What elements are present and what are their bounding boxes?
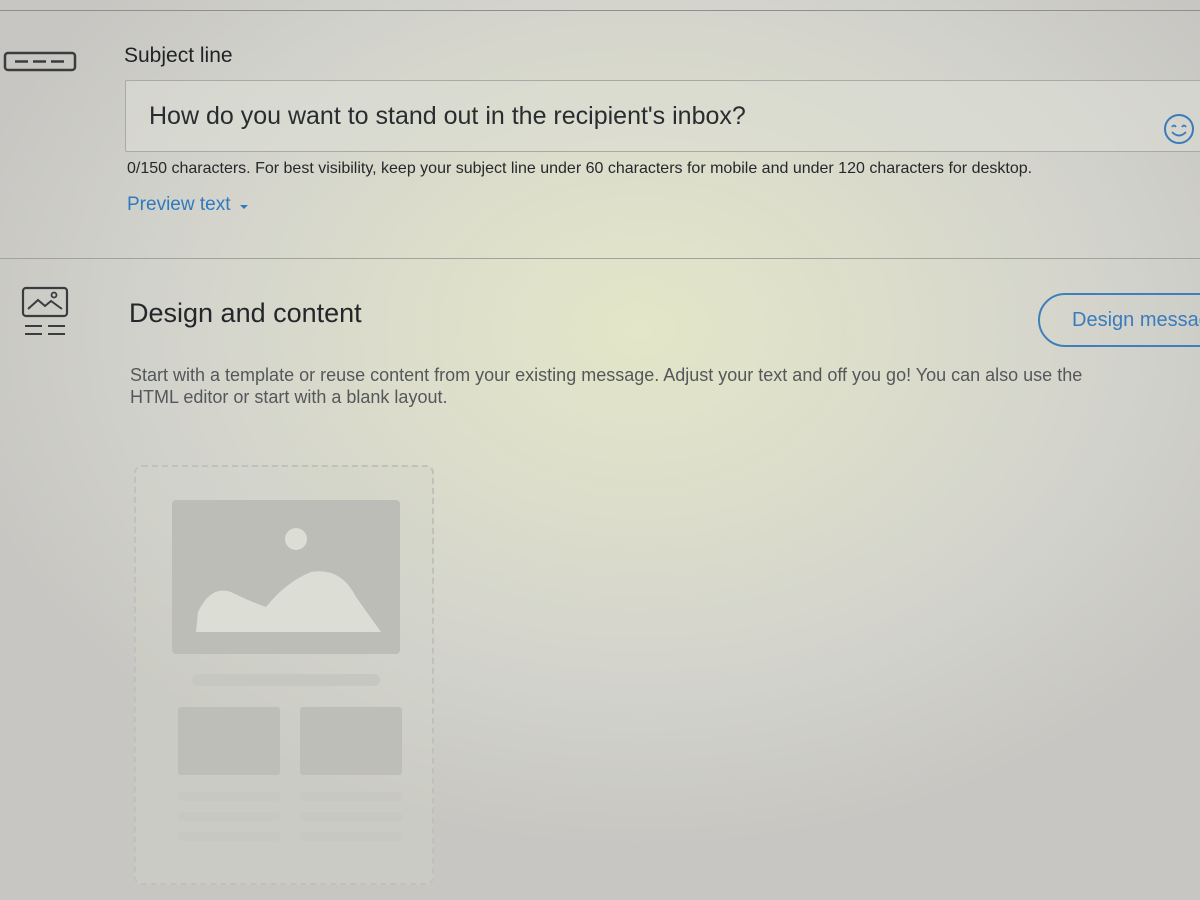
caret-down-icon: [239, 194, 249, 216]
template-placeholder-card[interactable]: [134, 465, 434, 885]
description-line-2: HTML editor or start with a blank layout…: [130, 387, 448, 407]
design-message-button[interactable]: Design message: [1038, 293, 1200, 347]
design-layout-icon: [20, 286, 70, 347]
description-line-1: Start with a template or reuse content f…: [130, 365, 1083, 385]
subject-line-label: Subject line: [124, 44, 233, 67]
preview-text-label: Preview text: [127, 194, 231, 215]
top-divider: [0, 10, 1200, 11]
preview-text-toggle[interactable]: Preview text: [127, 194, 249, 216]
character-count-hint: 0/150 characters. For best visibility, k…: [127, 160, 1033, 177]
section-divider: [0, 258, 1200, 259]
template-placeholder-illustration: [172, 500, 402, 841]
smiley-icon[interactable]: [1162, 112, 1196, 146]
design-content-description: Start with a template or reuse content f…: [130, 364, 1200, 408]
design-content-title: Design and content: [129, 298, 362, 328]
subject-input-container: [125, 80, 1200, 152]
subject-line-input[interactable]: [126, 81, 1146, 151]
subject-line-icon: [2, 50, 78, 79]
